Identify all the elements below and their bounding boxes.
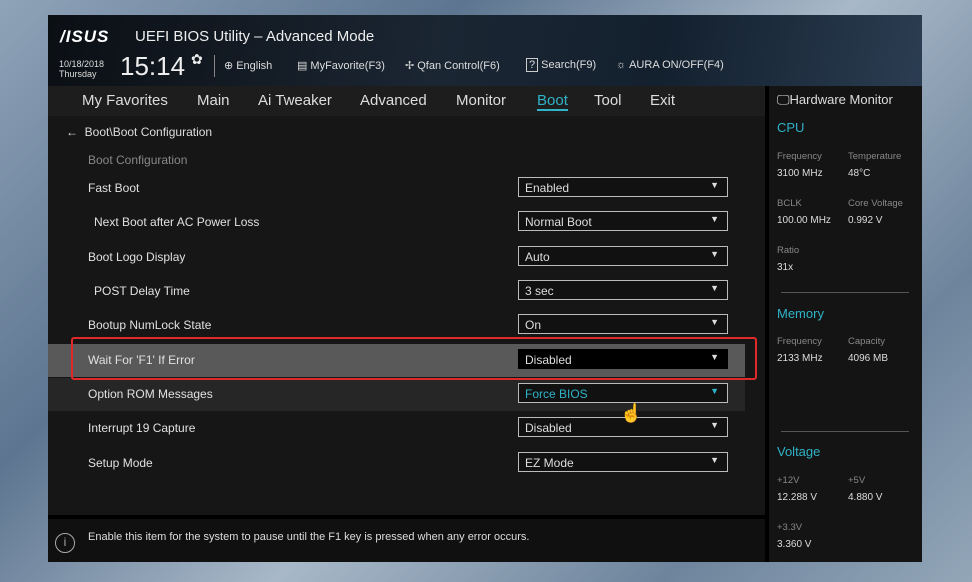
caret-down-icon: ▼: [710, 317, 719, 327]
header: /ISUS UEFI BIOS Utility – Advanced Mode …: [48, 15, 922, 86]
asus-logo: /ISUS: [60, 27, 110, 46]
divider: [781, 292, 909, 293]
setting-row-setup-mode[interactable]: Setup Mode EZ Mode ▼: [48, 447, 745, 480]
memory-heading: Memory: [777, 306, 824, 321]
bios-window: /ISUS UEFI BIOS Utility – Advanced Mode …: [48, 15, 922, 562]
label: Ratio: [777, 245, 800, 256]
label: Core Voltage: [848, 198, 903, 209]
label: Capacity: [848, 336, 885, 347]
value: 0.992 V: [848, 215, 883, 226]
tab-boot[interactable]: Boot: [537, 92, 568, 111]
app-title: UEFI BIOS Utility – Advanced Mode: [135, 28, 375, 45]
caret-down-icon: ▼: [710, 214, 719, 224]
caret-down-icon: ▼: [710, 180, 719, 190]
tab-advanced[interactable]: Advanced: [360, 92, 427, 109]
setting-row-fast-boot[interactable]: Fast Boot Enabled ▼: [48, 172, 745, 205]
search-button[interactable]: ? Search(F9): [526, 58, 596, 72]
value: 48°C: [848, 168, 871, 179]
caret-down-icon: ▼: [710, 283, 719, 293]
aura-toggle-button[interactable]: ☼ AURA ON/OFF(F4): [616, 59, 724, 71]
language-button[interactable]: ⊕ English: [224, 59, 272, 72]
fast-boot-dropdown[interactable]: Enabled ▼: [518, 177, 728, 197]
divider: [214, 55, 215, 77]
date: 10/18/2018 Thursday: [59, 59, 105, 79]
myfavorite-button[interactable]: ▤ MyFavorite(F3): [297, 59, 385, 72]
caret-down-icon: ▼: [710, 249, 719, 259]
search-help-icon: ?: [526, 58, 539, 72]
hardware-monitor-panel: 🖵Hardware Monitor CPU Frequency 3100 MHz…: [765, 86, 922, 562]
cpu-heading: CPU: [777, 120, 805, 135]
next-boot-dropdown[interactable]: Normal Boot ▼: [518, 211, 728, 231]
option-rom-dropdown[interactable]: Force BIOS ▼: [518, 383, 728, 403]
breadcrumb[interactable]: ← Boot\Boot Configuration: [66, 125, 212, 139]
tab-ai-tweaker[interactable]: Ai Tweaker: [258, 92, 332, 109]
help-text: Enable this item for the system to pause…: [88, 531, 530, 543]
post-delay-dropdown[interactable]: 3 sec ▼: [518, 280, 728, 300]
value: 31x: [777, 262, 794, 273]
label: Temperature: [848, 151, 902, 162]
label: +5V: [848, 475, 866, 486]
caret-down-icon: ▼: [710, 386, 719, 396]
value: 4096 MB: [848, 353, 889, 364]
value: 3100 MHz: [777, 168, 823, 179]
label: BCLK: [777, 198, 802, 209]
fan-icon: ✢: [405, 60, 415, 72]
qfan-control-button[interactable]: ✢ Qfan Control(F6): [405, 59, 500, 72]
back-arrow-icon: ←: [66, 125, 78, 139]
tab-my-favorites[interactable]: My Favorites: [82, 92, 168, 109]
caret-down-icon: ▼: [710, 420, 719, 430]
highlight-box: [71, 337, 757, 380]
hand-cursor-icon: ☝: [620, 403, 643, 423]
value: 3.360 V: [777, 539, 812, 550]
section-title: Boot Configuration: [88, 153, 188, 167]
caret-down-icon: ▼: [710, 455, 719, 465]
hardware-monitor-title: 🖵Hardware Monitor: [777, 92, 893, 107]
setting-row-post-delay[interactable]: POST Delay Time 3 sec ▼: [48, 275, 745, 308]
value: 100.00 MHz: [777, 215, 831, 226]
tab-exit[interactable]: Exit: [650, 92, 675, 109]
tab-monitor[interactable]: Monitor: [456, 92, 506, 109]
boot-logo-dropdown[interactable]: Auto ▼: [518, 246, 728, 266]
numlock-dropdown[interactable]: On ▼: [518, 314, 728, 334]
setting-row-boot-logo[interactable]: Boot Logo Display Auto ▼: [48, 241, 745, 274]
globe-icon: ⊕: [224, 60, 234, 72]
label: Frequency: [777, 336, 822, 347]
setting-row-next-boot[interactable]: Next Boot after AC Power Loss Normal Boot…: [48, 206, 745, 239]
voltage-heading: Voltage: [777, 444, 821, 459]
label: +3.3V: [777, 522, 803, 533]
tab-tool[interactable]: Tool: [594, 92, 622, 109]
favorite-icon: ▤: [297, 60, 308, 72]
divider: [781, 431, 909, 432]
setup-mode-dropdown[interactable]: EZ Mode ▼: [518, 452, 728, 472]
value: 12.288 V: [777, 492, 818, 503]
value: 4.880 V: [848, 492, 883, 503]
monitor-icon: 🖵: [777, 92, 790, 107]
aura-icon: ☼: [616, 59, 627, 71]
help-bar: i Enable this item for the system to pau…: [48, 515, 765, 562]
tab-main[interactable]: Main: [197, 92, 230, 109]
main-tabs: My Favorites Main Ai Tweaker Advanced Mo…: [48, 86, 765, 116]
clock: 15:14: [120, 51, 186, 81]
value: 2133 MHz: [777, 353, 823, 364]
info-icon: i: [55, 533, 75, 553]
clock-settings-gear-icon[interactable]: ✿: [191, 51, 203, 68]
label: +12V: [777, 475, 800, 486]
label: Frequency: [777, 151, 822, 162]
